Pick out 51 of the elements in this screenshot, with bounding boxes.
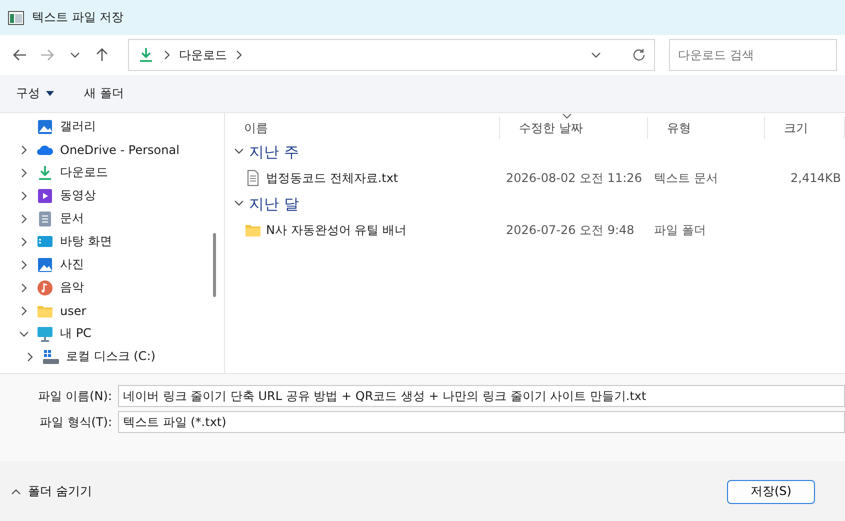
column-header[interactable]: 크기 [765, 117, 845, 139]
back-arrow-icon [12, 47, 28, 63]
window-title: 텍스트 파일 저장 [32, 9, 124, 26]
size-cell-text: 2,414KB [790, 171, 842, 185]
music-icon [36, 278, 54, 296]
forward-arrow-icon [39, 47, 56, 63]
search-field[interactable]: 다운로드 검색 [669, 39, 838, 71]
sidebar-item[interactable]: 바탕 화면 [60, 233, 112, 250]
sort-caret-icon [562, 113, 572, 119]
column-header[interactable]: 이름 [225, 117, 500, 139]
sidebar-item[interactable]: 내 PC [60, 325, 92, 342]
refresh-icon[interactable] [632, 48, 646, 62]
address-bar[interactable]: 다운로드 [128, 39, 656, 71]
notepad-icon [8, 10, 24, 24]
drive-icon [42, 348, 60, 366]
monitor-icon [36, 324, 54, 342]
sidebar-item[interactable]: 음악 [60, 279, 84, 296]
scrollbar-thumb[interactable] [213, 233, 216, 297]
sidebar-item[interactable]: 문서 [60, 210, 84, 227]
save-button[interactable]: 저장(S) [727, 480, 815, 504]
breadcrumb[interactable]: 다운로드 [179, 46, 228, 64]
column-header[interactable]: 수정한 날짜 [500, 117, 648, 139]
type-cell-text: 파일 폴더 [653, 222, 707, 238]
group-header[interactable]: 지난 달 [249, 194, 299, 214]
sidebar-item[interactable]: OneDrive - Personal [60, 142, 180, 156]
video-icon [36, 186, 54, 204]
sidebar-item[interactable]: 동영상 [60, 187, 96, 204]
date-cell-text: 2026-08-02 오전 11:26 [505, 170, 643, 186]
file-type-dropdown[interactable]: 텍스트 파일 (*.txt) [118, 411, 845, 433]
type-cell-text: 텍스트 문서 [653, 170, 719, 186]
sidebar-item[interactable]: user [60, 304, 86, 318]
download-icon [36, 164, 54, 182]
picture-icon [36, 118, 54, 136]
organize-button[interactable]: 구성 [16, 85, 54, 102]
new-folder-button[interactable]: 새 폴더 [84, 85, 124, 102]
field-label: 파일 이름(N): [36, 388, 113, 404]
picture-icon [36, 256, 54, 274]
group-header[interactable]: 지난 주 [249, 142, 299, 162]
file-name[interactable]: N사 자동완성어 유틸 배너 [266, 222, 406, 238]
sidebar-item[interactable]: 다운로드 [60, 164, 108, 181]
sidebar-item[interactable]: 사진 [60, 256, 84, 273]
document-icon [36, 210, 54, 228]
filename-field[interactable]: 네이버 링크 줄이기 단축 URL 공유 방법 + QR코드 생성 + 나만의 링크 줄이기 사이트 만들기.txt [118, 385, 845, 407]
caret-icon [46, 91, 54, 96]
field-label: 파일 형식(T): [38, 414, 113, 430]
file-name[interactable]: 법정동코드 전체자료.txt [266, 170, 398, 186]
date-cell-text: 2026-07-26 오전 9:48 [505, 222, 636, 238]
sidebar-item[interactable]: 갤러리 [60, 118, 96, 135]
hide-folders-button[interactable]: 폴더 숨기기 [10, 483, 92, 500]
sidebar-item[interactable]: 로컬 디스크 (C:) [66, 348, 156, 365]
column-header[interactable]: 유형 [648, 117, 765, 139]
